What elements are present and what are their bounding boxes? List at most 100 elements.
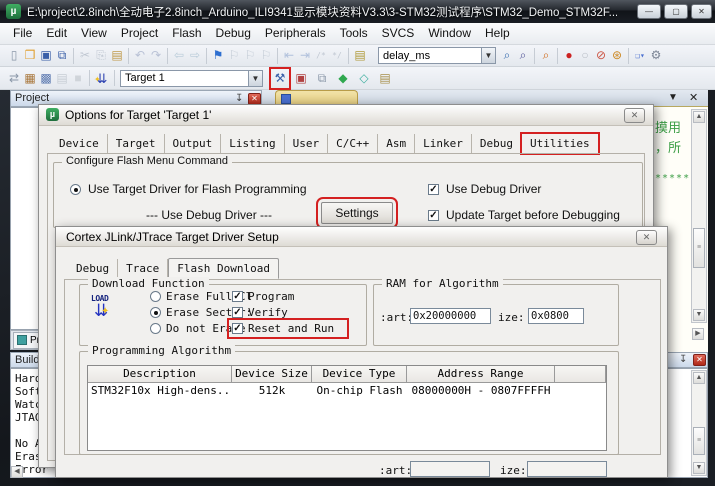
- tab-listing[interactable]: Listing: [221, 134, 284, 153]
- insert-bookmark-icon[interactable]: ⚑: [210, 47, 226, 64]
- menu-peripherals[interactable]: Peripherals: [258, 23, 333, 44]
- tab-user[interactable]: User: [285, 134, 329, 153]
- new-file-icon[interactable]: ▯: [6, 47, 22, 64]
- erase-sectors-radio[interactable]: [150, 307, 161, 318]
- menu-help[interactable]: Help: [478, 23, 517, 44]
- scroll-left-icon[interactable]: ◀: [11, 466, 23, 478]
- build-vscrollbar[interactable]: ▲ ≡ ▼: [691, 370, 707, 476]
- menu-window[interactable]: Window: [421, 23, 478, 44]
- breakpoint-icon[interactable]: ●: [561, 47, 577, 64]
- clear-bookmarks-icon[interactable]: ⚐: [258, 47, 274, 64]
- close-dialog-icon[interactable]: ✕: [636, 230, 657, 245]
- scroll-thumb[interactable]: ≡: [693, 228, 705, 268]
- pin-icon[interactable]: ↧: [679, 354, 687, 366]
- find-in-files-icon[interactable]: ⌕: [499, 47, 515, 64]
- target-select-combobox[interactable]: Target 1 ▼: [120, 70, 263, 87]
- prog-start-input[interactable]: [410, 461, 490, 477]
- chevron-down-icon[interactable]: ▼: [481, 48, 495, 63]
- table-row[interactable]: STM32F10x High-dens...512kOn-chip Flash0…: [88, 383, 606, 398]
- verify-checkbox[interactable]: [232, 307, 243, 318]
- save-all-icon[interactable]: ⧉: [54, 47, 70, 64]
- dialog-title-bar[interactable]: µ Options for Target 'Target 1' ✕: [39, 105, 653, 126]
- update-packs-icon[interactable]: ◇: [356, 70, 372, 87]
- download-code-icon[interactable]: ⇊✦: [93, 70, 111, 87]
- paste-icon[interactable]: ▤: [109, 47, 125, 64]
- doc-minimize-icon[interactable]: ▼: [668, 92, 678, 103]
- dialog-title-bar[interactable]: Cortex JLink/JTrace Target Driver Setup …: [56, 227, 667, 247]
- tab-output[interactable]: Output: [165, 134, 222, 153]
- tab-utilities[interactable]: Utilities: [522, 134, 598, 153]
- next-bookmark-icon[interactable]: ⚐: [242, 47, 258, 64]
- search-combobox[interactable]: delay_ms ▼: [378, 47, 496, 64]
- indent-icon[interactable]: ⇥: [297, 47, 313, 64]
- use-target-driver-radio[interactable]: [70, 184, 81, 195]
- configure-icon[interactable]: ⚙: [648, 47, 664, 64]
- program-checkbox[interactable]: [232, 291, 243, 302]
- uncomment-icon[interactable]: */: [329, 47, 345, 64]
- pack-installer-icon[interactable]: ▤: [377, 70, 393, 87]
- build-icon[interactable]: ▦: [22, 70, 38, 87]
- scroll-right-icon[interactable]: ▶: [692, 328, 704, 340]
- close-button[interactable]: ✕: [691, 4, 712, 19]
- menu-debug[interactable]: Debug: [209, 23, 258, 44]
- functions-icon[interactable]: ▤: [352, 47, 368, 64]
- debug-windows-icon[interactable]: ❏▾: [632, 47, 648, 64]
- tab-asm[interactable]: Asm: [378, 134, 415, 153]
- cross-reference-icon[interactable]: ⌕: [515, 47, 531, 64]
- tab-jlink-trace[interactable]: Trace: [118, 259, 168, 278]
- close-dialog-icon[interactable]: ✕: [624, 108, 645, 123]
- do-not-erase-radio[interactable]: [150, 323, 161, 334]
- chevron-down-icon[interactable]: ▼: [248, 71, 262, 86]
- use-debug-driver-checkbox[interactable]: [428, 184, 439, 195]
- navigate-back-icon[interactable]: ⇦: [171, 47, 187, 64]
- editor-vscrollbar[interactable]: ▲ ≡ ▼: [691, 109, 707, 323]
- scroll-down-icon[interactable]: ▼: [693, 462, 705, 474]
- menu-svcs[interactable]: SVCS: [375, 23, 422, 44]
- reset-and-run-checkbox[interactable]: [232, 323, 243, 334]
- prog-size-input[interactable]: [527, 461, 607, 477]
- tab-debug[interactable]: Debug: [472, 134, 522, 153]
- update-target-checkbox[interactable]: [428, 210, 439, 221]
- unindent-icon[interactable]: ⇤: [281, 47, 297, 64]
- find-icon[interactable]: ⌕: [538, 47, 554, 64]
- navigate-forward-icon[interactable]: ⇨: [187, 47, 203, 64]
- menu-project[interactable]: Project: [114, 23, 165, 44]
- erase-full-chip-radio[interactable]: [150, 291, 161, 302]
- tab-target[interactable]: Target: [108, 134, 165, 153]
- menu-file[interactable]: File: [6, 23, 39, 44]
- kill-all-breakpoints-icon[interactable]: ⊛: [609, 47, 625, 64]
- options-for-target-icon[interactable]: ⚒: [272, 70, 288, 87]
- rebuild-icon[interactable]: ▩: [38, 70, 54, 87]
- scroll-up-icon[interactable]: ▲: [693, 111, 705, 123]
- tab-device[interactable]: Device: [51, 134, 108, 153]
- stop-build-icon[interactable]: ■: [70, 70, 86, 87]
- breakpoint-disabled-icon[interactable]: ○: [577, 47, 593, 64]
- settings-button[interactable]: Settings: [321, 202, 393, 224]
- scroll-up-icon[interactable]: ▲: [693, 372, 705, 384]
- open-file-icon[interactable]: ❒: [22, 47, 38, 64]
- tab-jlink-debug[interactable]: Debug: [68, 259, 118, 278]
- redo-icon[interactable]: ↷: [148, 47, 164, 64]
- select-packs-icon[interactable]: ◆: [335, 70, 351, 87]
- prev-bookmark-icon[interactable]: ⚐: [226, 47, 242, 64]
- tab-flash-download[interactable]: Flash Download: [168, 258, 279, 279]
- copy-icon[interactable]: ⎘: [93, 47, 109, 64]
- disable-all-breakpoints-icon[interactable]: ⊘: [593, 47, 609, 64]
- batch-build-icon[interactable]: ▤: [54, 70, 70, 87]
- ram-size-input[interactable]: [528, 308, 584, 324]
- translate-icon[interactable]: ⇄: [6, 70, 22, 87]
- doc-close-icon[interactable]: ✕: [689, 91, 698, 104]
- books-icon[interactable]: ⧉: [314, 70, 330, 87]
- ram-start-input[interactable]: [410, 308, 491, 324]
- scroll-down-icon[interactable]: ▼: [693, 309, 705, 321]
- save-icon[interactable]: ▣: [38, 47, 54, 64]
- undo-icon[interactable]: ↶: [132, 47, 148, 64]
- close-panel-icon[interactable]: ✕: [693, 354, 706, 366]
- menu-flash[interactable]: Flash: [165, 23, 208, 44]
- menu-edit[interactable]: Edit: [39, 23, 74, 44]
- maximize-button[interactable]: ▢: [664, 4, 688, 19]
- comment-icon[interactable]: /*: [313, 47, 329, 64]
- tab-linker[interactable]: Linker: [415, 134, 472, 153]
- menu-tools[interactable]: Tools: [333, 23, 375, 44]
- scroll-thumb[interactable]: ≡: [693, 427, 705, 455]
